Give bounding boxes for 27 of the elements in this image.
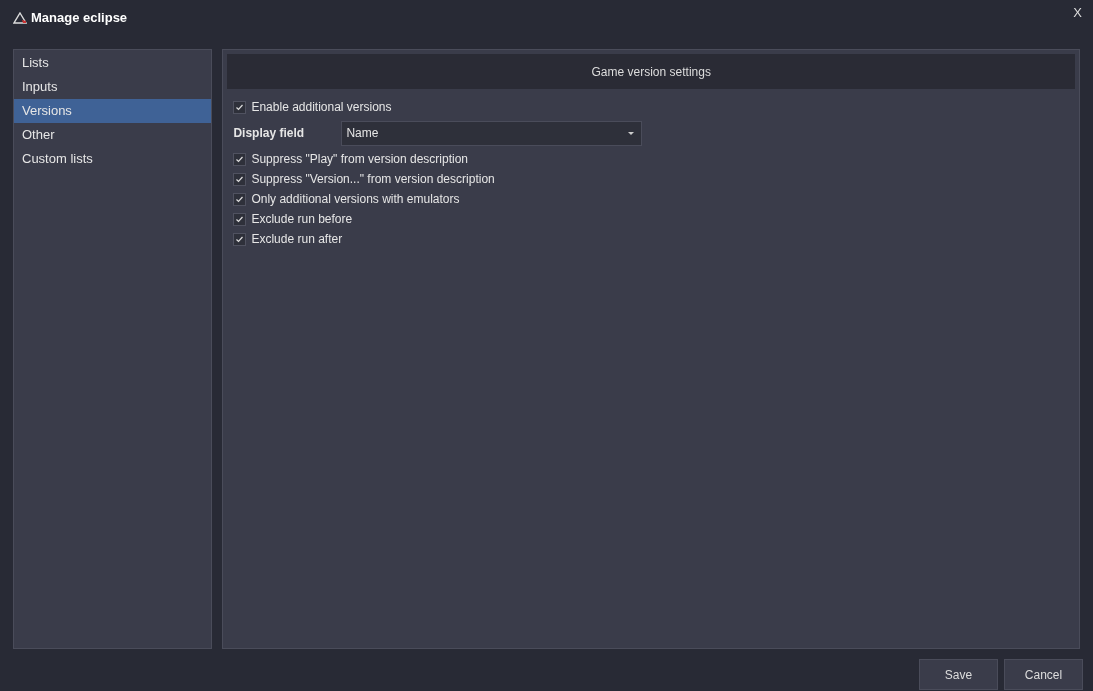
- checkbox-label: Exclude run before: [251, 211, 353, 228]
- triangle-logo-icon: [13, 12, 27, 24]
- close-button[interactable]: X: [1073, 3, 1082, 23]
- checkbox-label: Suppress "Version..." from version description: [251, 171, 495, 188]
- checkbox[interactable]: [233, 100, 247, 114]
- sidebar-item[interactable]: Other: [14, 123, 212, 147]
- checkbox[interactable]: [233, 212, 247, 226]
- field-label: Display field: [233, 125, 306, 142]
- checkmark-icon: [235, 102, 245, 112]
- window-title: Manage eclipse: [31, 9, 128, 28]
- checkbox-label: Enable additional versions: [251, 99, 392, 116]
- checkbox-label: Exclude run after: [251, 231, 343, 248]
- sidebar-item[interactable]: Inputs: [14, 75, 212, 99]
- checkbox-label: Only additional versions with emulators: [251, 191, 460, 208]
- checkbox-label: Suppress "Play" from version description: [251, 151, 469, 168]
- sidebar-item[interactable]: Custom lists: [14, 147, 212, 171]
- checkbox[interactable]: [233, 152, 247, 166]
- sidebar-item[interactable]: Versions: [14, 99, 212, 123]
- dialog-button[interactable]: Save: [919, 659, 998, 690]
- display-field-dropdown[interactable]: Name: [341, 120, 643, 146]
- sidebar-item[interactable]: Lists: [14, 51, 212, 75]
- checkbox[interactable]: [233, 232, 247, 246]
- section-header: Game version settings: [227, 54, 1075, 89]
- checkbox[interactable]: [233, 192, 247, 206]
- checkbox[interactable]: [233, 172, 247, 186]
- dialog-button[interactable]: Cancel: [1004, 659, 1083, 690]
- caret-icon: [628, 131, 635, 135]
